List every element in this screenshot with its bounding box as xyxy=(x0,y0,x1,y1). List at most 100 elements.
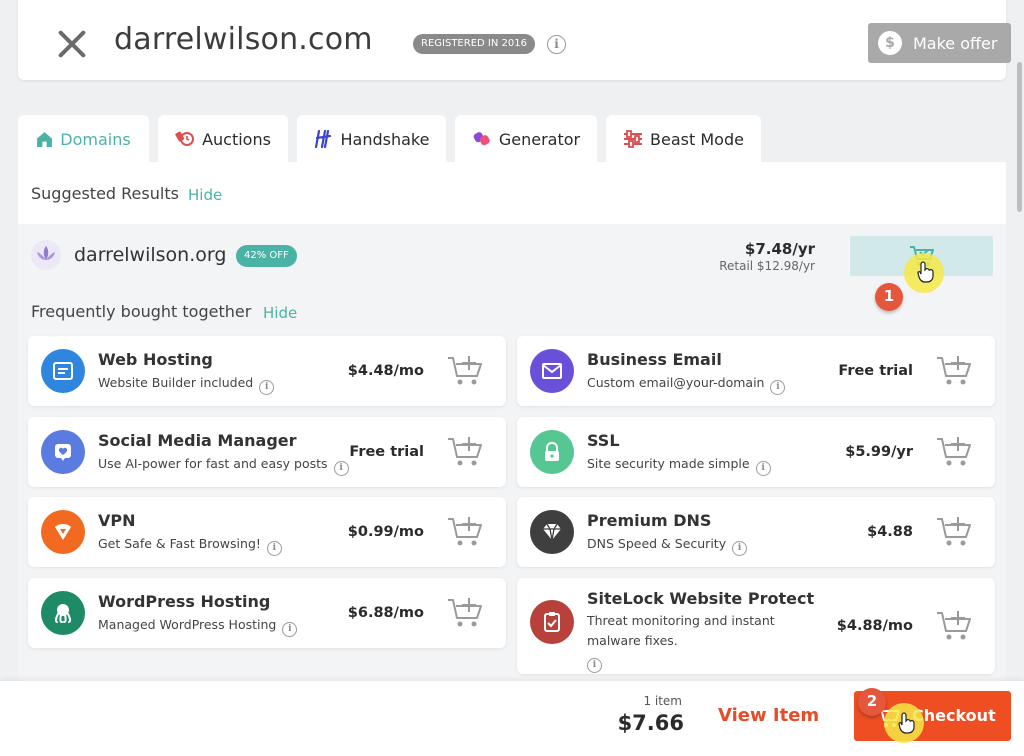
product-price: $4.88/mo xyxy=(836,618,913,634)
product-price: $4.88 xyxy=(867,524,913,540)
product-price: $0.99/mo xyxy=(347,524,424,540)
step-marker-1: 1 xyxy=(875,283,903,311)
product-card: Web Hosting Website Builder included i $4.4… xyxy=(28,336,506,406)
info-icon[interactable]: i xyxy=(770,380,786,395)
dollar-bubble-icon: $ xyxy=(878,31,902,55)
info-icon[interactable]: i xyxy=(333,461,349,476)
scrollbar[interactable] xyxy=(1017,62,1022,212)
add-to-cart-icon[interactable] xyxy=(935,354,975,388)
tab-beast-mode[interactable]: Beast Mode xyxy=(606,115,761,163)
tab-domains[interactable]: Domains xyxy=(18,115,149,163)
sliders-icon xyxy=(624,130,643,148)
product-description-text: Use AI-power for fast and easy posts xyxy=(98,456,328,471)
product-name: SiteLock Website Protect xyxy=(587,589,815,608)
header-card: darrelwilson.com REGISTERED IN 2016 i $ … xyxy=(18,0,1011,80)
info-icon[interactable]: i xyxy=(282,622,298,637)
hide-suggested-link[interactable]: Hide xyxy=(188,186,222,204)
home-icon xyxy=(37,131,53,147)
product-name: SSL xyxy=(587,431,620,450)
info-icon[interactable]: i xyxy=(732,541,748,556)
mail-icon xyxy=(530,349,574,393)
suggested-header: Suggested Results Hide xyxy=(18,162,1006,224)
suggested-domain[interactable]: darrelwilson.org xyxy=(74,244,226,266)
product-description-text: Custom email@your-domain xyxy=(587,375,765,390)
step-marker-2: 2 xyxy=(858,688,886,716)
product-description: DNS Speed & Security i xyxy=(587,536,748,556)
product-description-text: Threat monitoring and instant malware fi… xyxy=(587,613,775,648)
lotus-icon xyxy=(31,240,61,270)
product-description-text: Site security made simple xyxy=(587,456,750,471)
product-price: $6.88/mo xyxy=(347,605,424,621)
add-to-cart-icon[interactable] xyxy=(446,515,486,549)
product-description-text: DNS Speed & Security xyxy=(587,536,727,551)
handshake-icon xyxy=(314,130,331,148)
cart-item-count: 1 item xyxy=(643,694,682,708)
product-price: $4.48/mo xyxy=(347,363,424,379)
hide-fbt-link[interactable]: Hide xyxy=(263,304,297,322)
add-to-cart-icon[interactable] xyxy=(446,596,486,630)
diamond-icon xyxy=(530,510,574,554)
info-icon[interactable]: i xyxy=(587,658,602,673)
product-price: Free trial xyxy=(838,363,913,379)
product-name: Business Email xyxy=(587,350,722,369)
make-offer-button[interactable]: $ Make offer xyxy=(868,23,1011,63)
product-description: Threat monitoring and instant malware fi… xyxy=(587,611,827,673)
hand-cursor-icon xyxy=(898,712,915,734)
fbt-heading: Frequently bought together xyxy=(31,302,252,321)
domain-title: darrelwilson.com xyxy=(114,22,373,57)
tab-label: Domains xyxy=(60,129,131,149)
suggested-retail-price: Retail $12.98/yr xyxy=(719,259,815,273)
product-card: WordPress Hosting Managed WordPress Hosti… xyxy=(28,578,506,648)
tab-generator[interactable]: Generator xyxy=(455,115,597,163)
add-to-cart-icon[interactable] xyxy=(446,435,486,469)
product-name: Social Media Manager xyxy=(98,431,297,450)
product-description: Get Safe & Fast Browsing! i xyxy=(98,536,282,556)
view-item-link[interactable]: View Item xyxy=(718,705,819,726)
social-heart-icon xyxy=(41,430,85,474)
hand-cursor-icon xyxy=(917,261,934,283)
web-hosting-icon xyxy=(41,349,85,393)
add-to-cart-icon[interactable] xyxy=(935,515,975,549)
product-description-text: Managed WordPress Hosting xyxy=(98,617,277,632)
product-description: Website Builder included i xyxy=(98,375,275,395)
product-description: Managed WordPress Hosting i xyxy=(98,617,298,637)
tab-auctions[interactable]: Auctions xyxy=(158,115,288,163)
product-description: Site security made simple i xyxy=(587,456,771,476)
discount-badge: 42% OFF xyxy=(236,245,297,267)
add-to-cart-icon[interactable] xyxy=(935,609,975,643)
product-name: Web Hosting xyxy=(98,350,213,369)
product-price: Free trial xyxy=(349,444,424,460)
octopus-icon xyxy=(41,591,85,635)
checkout-label: Checkout xyxy=(912,706,996,725)
info-icon[interactable]: i xyxy=(266,541,282,556)
tab-handshake[interactable]: Handshake xyxy=(297,115,446,163)
product-name: Premium DNS xyxy=(587,511,712,530)
add-to-cart-icon[interactable] xyxy=(935,435,975,469)
product-description: Custom email@your-domain i xyxy=(587,375,786,395)
product-card: SiteLock Website Protect Threat monitorin… xyxy=(517,578,995,674)
product-name: WordPress Hosting xyxy=(98,592,271,611)
tab-label: Generator xyxy=(498,129,581,149)
add-to-cart-icon[interactable] xyxy=(446,354,486,388)
registered-badge: REGISTERED IN 2016 xyxy=(413,34,535,54)
product-description-text: Website Builder included xyxy=(98,375,254,390)
product-name: VPN xyxy=(98,511,136,530)
info-icon[interactable]: i xyxy=(755,461,771,476)
tab-label: Handshake xyxy=(340,129,430,149)
product-card: Premium DNS DNS Speed & Security i $4.88 xyxy=(517,497,995,567)
info-icon[interactable]: i xyxy=(547,35,566,54)
lock-icon xyxy=(530,430,574,474)
gavel-icon xyxy=(175,131,195,146)
cart-total: $7.66 xyxy=(617,711,684,735)
close-icon[interactable] xyxy=(54,26,90,62)
tab-label: Beast Mode xyxy=(650,129,744,149)
product-card: VPN Get Safe & Fast Browsing! i $0.99/mo xyxy=(28,497,506,567)
info-icon[interactable]: i xyxy=(259,380,275,395)
suggested-heading: Suggested Results xyxy=(31,184,179,203)
product-card: Business Email Custom email@your-domain i F… xyxy=(517,336,995,406)
product-description: Use AI-power for fast and easy posts i xyxy=(98,456,349,476)
product-price: $5.99/yr xyxy=(845,444,913,460)
vpn-icon xyxy=(41,510,85,554)
make-offer-label: Make offer xyxy=(913,33,998,53)
product-card: Social Media Manager Use AI-power for fas… xyxy=(28,417,506,487)
